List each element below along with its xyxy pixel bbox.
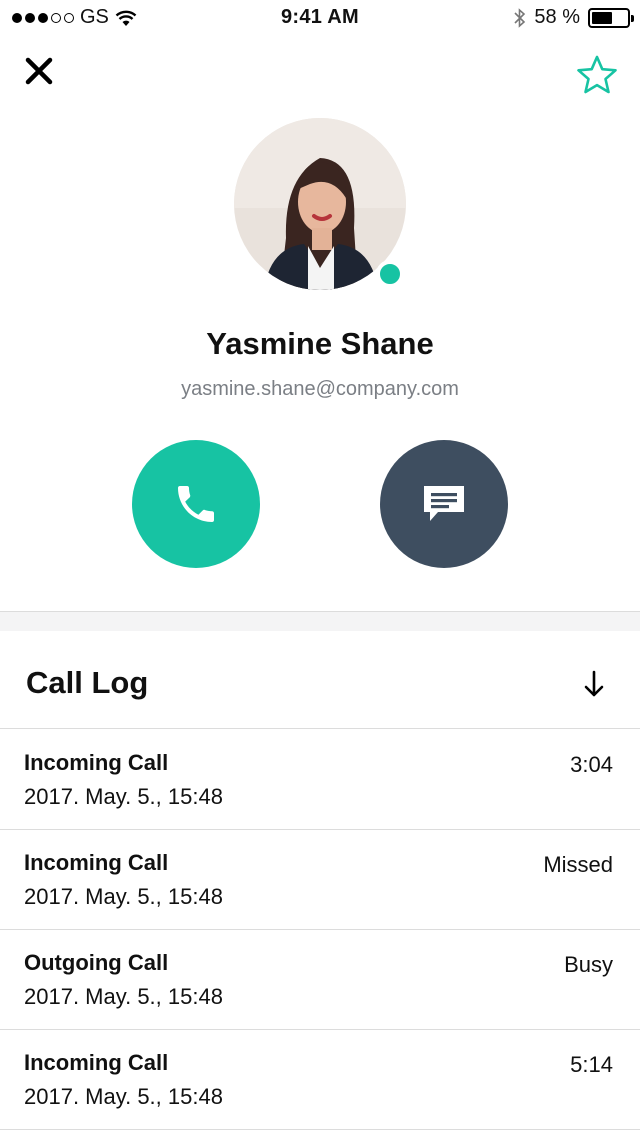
call-status: Missed: [543, 852, 613, 877]
section-divider: [0, 611, 640, 631]
close-button[interactable]: [22, 54, 56, 88]
message-button[interactable]: [380, 440, 508, 568]
close-icon: [25, 57, 53, 85]
call-status: 3:04: [570, 752, 613, 777]
call-type: Incoming Call: [24, 1050, 169, 1075]
status-bar: GS 9:41 AM 58 %: [0, 0, 640, 36]
avatar-container: [234, 118, 406, 290]
message-icon: [424, 486, 464, 521]
contact-name: Yasmine Shane: [206, 326, 434, 361]
call-type: Outgoing Call: [24, 950, 169, 975]
call-log-title: Call Log: [26, 665, 149, 700]
call-type: Incoming Call: [24, 750, 169, 775]
call-log-list: Incoming Call 2017. May. 5., 15:48 3:04 …: [0, 730, 640, 1130]
favorite-button[interactable]: [576, 54, 618, 96]
call-type: Incoming Call: [24, 850, 169, 875]
contact-email[interactable]: yasmine.shane@company.com: [0, 378, 640, 401]
star-icon: [577, 55, 617, 94]
call-log-row[interactable]: Incoming Call 2017. May. 5., 15:48 5:14: [0, 1030, 640, 1130]
call-date: 2017. May. 5., 15:48: [24, 984, 223, 1009]
call-status: Busy: [564, 952, 613, 977]
sort-button[interactable]: [582, 669, 606, 699]
battery-percentage: 58 %: [534, 6, 580, 28]
call-log-row[interactable]: Outgoing Call 2017. May. 5., 15:48 Busy: [0, 930, 640, 1030]
arrow-down-icon: [584, 670, 604, 697]
call-log-row[interactable]: Incoming Call 2017. May. 5., 15:48 Misse…: [0, 830, 640, 930]
call-status: 5:14: [570, 1052, 613, 1077]
call-log-header: Call Log: [0, 631, 640, 729]
bluetooth-icon: [514, 7, 526, 28]
status-right: 58 %: [514, 6, 634, 29]
phone-icon: [178, 486, 214, 522]
battery-fill: [592, 11, 612, 24]
call-date: 2017. May. 5., 15:48: [24, 784, 223, 809]
call-button[interactable]: [132, 440, 260, 568]
call-date: 2017. May. 5., 15:48: [24, 1084, 223, 1109]
call-log-row[interactable]: Incoming Call 2017. May. 5., 15:48 3:04: [0, 730, 640, 830]
battery-icon: [588, 7, 634, 28]
online-status-indicator: [376, 260, 404, 288]
call-date: 2017. May. 5., 15:48: [24, 884, 223, 909]
